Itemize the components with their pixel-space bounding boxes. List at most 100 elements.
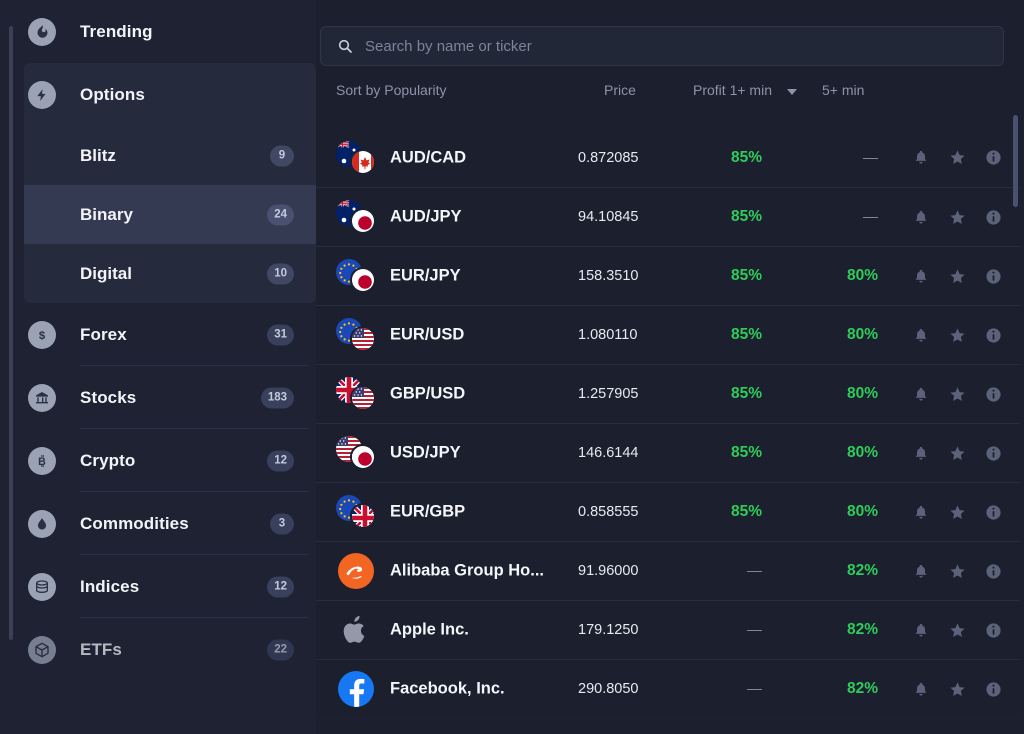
row-actions [912,208,1002,226]
alert-bell-icon[interactable] [912,562,930,580]
favorite-star-icon[interactable] [948,208,966,226]
chevron-down-icon[interactable] [787,89,797,95]
row-actions [912,267,1002,285]
table-row[interactable]: EUR/JPY 158.3510 85% 80% [316,246,1020,305]
favorite-star-icon[interactable] [948,385,966,403]
alert-bell-icon[interactable] [912,444,930,462]
column-price[interactable]: Price [604,82,636,98]
row-actions [912,562,1002,580]
asset-name: Facebook, Inc. [390,679,505,698]
asset-profit-1min: 85% [730,208,762,225]
info-icon[interactable] [984,680,1002,698]
table-row[interactable]: EUR/GBP 0.858555 85% 80% [316,482,1020,541]
asset-profit-1min: — [747,562,762,580]
alert-bell-icon[interactable] [912,326,930,344]
search-input[interactable] [353,27,1003,65]
asset-price: 0.858555 [578,504,639,520]
sidebar-item-badge: 10 [267,263,294,284]
asset-rows[interactable]: AUD/CAD 0.872085 85% — AUD/JPY 94.10845 … [316,128,1020,734]
sidebar-item-trending[interactable]: Trending [24,0,316,63]
info-icon[interactable] [984,503,1002,521]
asset-profit-1min: 85% [730,444,762,461]
row-actions [912,149,1002,167]
favorite-star-icon[interactable] [948,680,966,698]
favorite-star-icon[interactable] [948,326,966,344]
alert-bell-icon[interactable] [912,680,930,698]
favorite-star-icon[interactable] [948,444,966,462]
asset-profit-1min: 85% [730,148,762,166]
sidebar-item-badge: 183 [260,387,294,408]
info-icon[interactable] [984,444,1002,462]
row-actions [912,680,1002,698]
sidebar-item-etfs[interactable]: ETFs 22 [24,618,316,681]
sidebar-item-binary[interactable]: Binary 24 [24,185,316,244]
column-profit-5min[interactable]: 5+ min [822,82,864,98]
sidebar-item-stocks[interactable]: Stocks 183 [24,366,316,429]
search-box[interactable] [320,26,1004,66]
asset-profit-5min: 82% [846,621,878,638]
favorite-star-icon[interactable] [948,503,966,521]
alert-bell-icon[interactable] [912,385,930,403]
table-row[interactable]: AUD/JPY 94.10845 85% — [316,187,1020,246]
row-actions [912,621,1002,639]
alert-bell-icon[interactable] [912,208,930,226]
table-row[interactable]: USD/JPY 146.6144 85% 80% [316,423,1020,482]
sidebar-item-badge: 31 [267,324,294,345]
asset-profit-1min: — [747,680,762,698]
asset-profit-1min: 85% [730,267,762,284]
info-icon[interactable] [984,208,1002,226]
sidebar-item-badge: 22 [267,639,294,660]
table-row[interactable]: EUR/USD 1.080110 85% 80% [316,305,1020,364]
alert-bell-icon[interactable] [912,503,930,521]
sidebar-item-label: Stocks [80,387,137,407]
asset-list-scrollbar[interactable] [1013,115,1018,207]
alert-bell-icon[interactable] [912,621,930,639]
sidebar-item-indices[interactable]: Indices 12 [24,555,316,618]
column-sort-by-popularity[interactable]: Sort by Popularity [336,82,447,98]
info-icon[interactable] [984,326,1002,344]
sidebar-item-crypto[interactable]: B Crypto 12 [24,429,316,492]
alert-bell-icon[interactable] [912,149,930,167]
info-icon[interactable] [984,267,1002,285]
sidebar-item-digital[interactable]: Digital 10 [24,244,316,303]
table-row[interactable] [316,718,1020,734]
alert-bell-icon[interactable] [912,267,930,285]
asset-price: 146.6144 [578,445,639,461]
flag-jp-icon [350,208,376,234]
column-profit-1min[interactable]: Profit 1+ min [693,82,772,98]
search-container [320,26,1004,66]
cube-icon [28,635,56,664]
info-icon[interactable] [984,562,1002,580]
sidebar-item-blitz[interactable]: Blitz 9 [24,126,316,185]
container-icon [28,572,56,601]
table-row[interactable]: GBP/USD 1.257905 85% 80% [316,364,1020,423]
flag-us-icon [350,326,376,352]
asset-name: EUR/USD [390,325,465,344]
row-actions [912,326,1002,344]
table-row[interactable]: Facebook, Inc. 290.8050 — 82% [316,659,1020,718]
table-row[interactable]: Alibaba Group Ho... 91.96000 — 82% [316,541,1020,600]
sidebar-item-label: Options [80,84,145,104]
row-actions [912,385,1002,403]
sidebar-item-options[interactable]: Options [24,63,316,126]
info-icon[interactable] [984,621,1002,639]
asset-profit-5min: 80% [846,326,878,343]
flag-pair-icon [336,199,380,235]
info-icon[interactable] [984,385,1002,403]
table-row[interactable]: Apple Inc. 179.1250 — 82% [316,600,1020,659]
sidebar-item-commodities[interactable]: Commodities 3 [24,492,316,555]
asset-price: 1.080110 [578,327,638,343]
favorite-star-icon[interactable] [948,621,966,639]
favorite-star-icon[interactable] [948,149,966,167]
favorite-star-icon[interactable] [948,562,966,580]
flag-pair-icon [336,435,380,471]
asset-price: 0.872085 [578,149,639,166]
column-header-row: Sort by Popularity Price Profit 1+ min 5… [316,82,1020,119]
sidebar-scrollbar[interactable] [9,26,13,640]
asset-profit-1min: 85% [730,385,762,402]
sidebar-item-forex[interactable]: $ Forex 31 [24,303,316,366]
info-icon[interactable] [984,149,1002,167]
table-row[interactable]: AUD/CAD 0.872085 85% — [316,128,1020,187]
favorite-star-icon[interactable] [948,267,966,285]
flame-icon [28,17,56,46]
